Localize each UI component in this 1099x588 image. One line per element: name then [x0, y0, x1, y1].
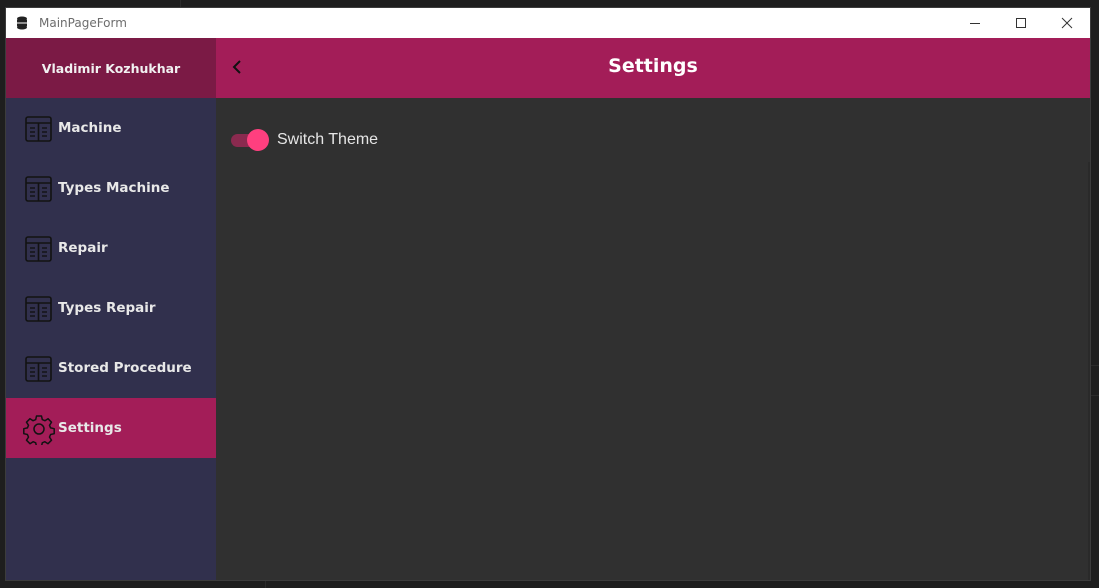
database-icon — [16, 16, 30, 30]
page-title: Settings — [608, 55, 698, 77]
theme-toggle-label[interactable]: Switch Theme — [277, 131, 378, 149]
gear-icon — [23, 413, 55, 448]
close-icon — [1061, 17, 1073, 29]
minimize-icon — [970, 23, 980, 24]
sidebar-item-label: Machine — [58, 120, 122, 136]
theme-toggle[interactable] — [229, 128, 271, 152]
sidebar-item-stored-procedure[interactable]: Stored Procedure — [6, 338, 216, 398]
user-panel: Vladimir Kozhukhar — [6, 38, 216, 98]
table-icon — [23, 233, 55, 265]
sidebar: Vladimir Kozhukhar Machine Types Machine… — [6, 38, 216, 580]
sidebar-item-repair[interactable]: Repair — [6, 218, 216, 278]
toggle-thumb[interactable] — [247, 129, 269, 151]
settings-panel: Switch Theme — [216, 98, 1090, 580]
close-button[interactable] — [1044, 8, 1090, 38]
theme-toggle-row: Switch Theme — [229, 128, 378, 152]
table-icon — [23, 353, 55, 385]
window-title: MainPageForm — [39, 16, 127, 30]
table-icon — [23, 293, 55, 325]
sidebar-item-label: Repair — [58, 240, 108, 256]
sidebar-item-label: Stored Procedure — [58, 360, 192, 376]
sidebar-item-machine[interactable]: Machine — [6, 98, 216, 158]
sidebar-item-types-repair[interactable]: Types Repair — [6, 278, 216, 338]
main-content: Settings Switch Theme — [216, 38, 1090, 580]
sidebar-item-types-machine[interactable]: Types Machine — [6, 158, 216, 218]
table-icon — [23, 113, 55, 145]
sidebar-item-label: Settings — [58, 420, 122, 436]
title-bar[interactable]: MainPageForm — [6, 8, 1090, 38]
page-header: Settings — [216, 38, 1090, 98]
divider — [1088, 162, 1090, 580]
sidebar-item-settings[interactable]: Settings — [6, 398, 216, 458]
app-window: MainPageForm Vladimir Kozhukhar Machine — [6, 8, 1090, 580]
sidebar-item-label: Types Repair — [58, 300, 156, 316]
table-icon — [23, 173, 55, 205]
user-name: Vladimir Kozhukhar — [41, 60, 181, 76]
maximize-icon — [1016, 18, 1026, 28]
sidebar-item-label: Types Machine — [58, 180, 170, 196]
minimize-button[interactable] — [952, 8, 998, 38]
maximize-button[interactable] — [998, 8, 1044, 38]
